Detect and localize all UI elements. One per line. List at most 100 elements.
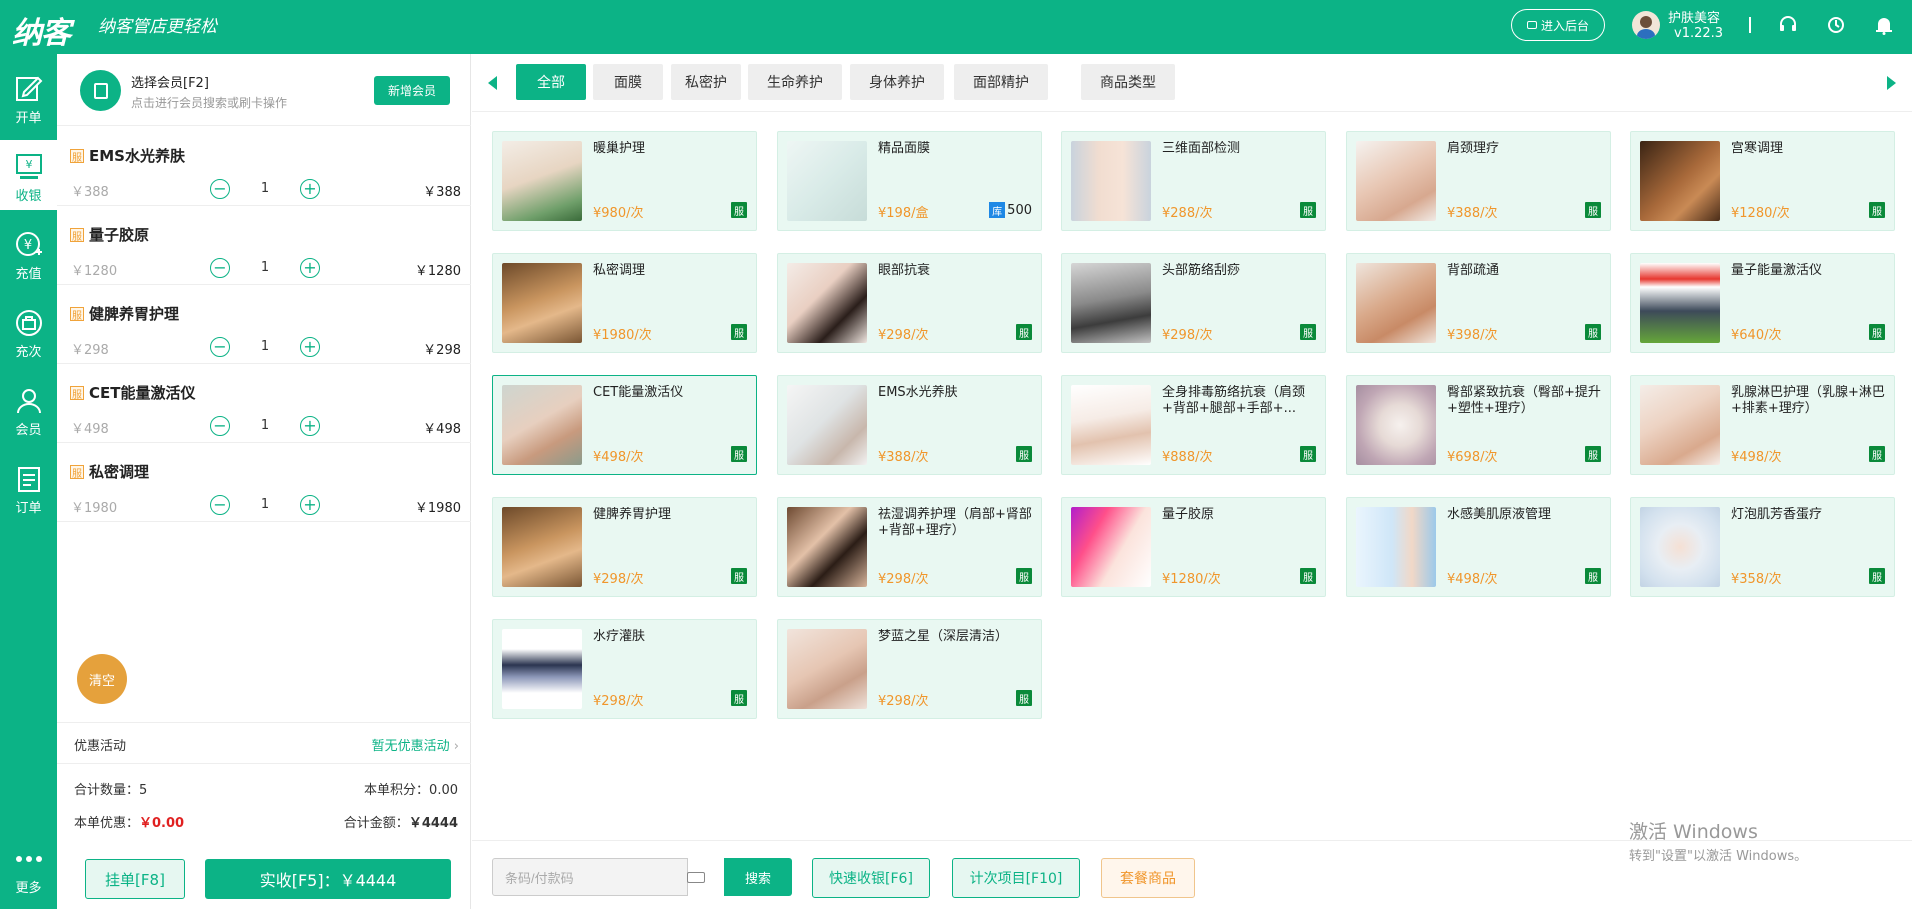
quick-cashier-button[interactable]: 快速收银[F6] [812,858,930,898]
product-name: 背部疏通 [1447,263,1500,278]
barcode-input[interactable]: 条码/付款码 [492,858,688,896]
user-name[interactable]: 护肤美容 [1668,7,1720,26]
search-button[interactable]: 搜索 [724,858,792,896]
cart-row[interactable]: 服 CET能量激活仪 ￥498 − 1 + ￥498 [57,364,471,443]
product-card[interactable]: 全身排毒筋络抗衰（肩颈+背部+腿部+手部+... ¥888/次 服 [1061,375,1326,475]
product-card[interactable]: 宫寒调理 ¥1280/次 服 [1630,131,1895,231]
hold-order-button[interactable]: 挂单[F8] [85,859,185,899]
product-card[interactable]: CET能量激活仪 ¥498/次 服 [492,375,757,475]
product-card[interactable]: 水疗灌肤 ¥298/次 服 [492,619,757,719]
increase-button[interactable]: + [300,337,320,357]
increase-button[interactable]: + [300,495,320,515]
product-image [787,385,867,465]
product-card[interactable]: 乳腺淋巴护理（乳腺+淋巴+排素+理疗） ¥498/次 服 [1630,375,1895,475]
service-badge: 服 [1016,568,1032,584]
tab-face-care[interactable]: 面部精护 [954,64,1048,100]
pay-button[interactable]: 实收[F5]：￥4444 [205,859,451,899]
count-item-button[interactable]: 计次项目[F10] [952,858,1080,898]
cart-item-qty[interactable]: 1 [255,497,275,512]
cart-item-qty[interactable]: 1 [255,260,275,275]
product-name: 健脾养胃护理 [593,507,672,522]
product-card[interactable]: 梦蓝之星（深层清洁） ¥298/次 服 [777,619,1042,719]
enter-backend-button[interactable]: 进入后台 [1511,9,1605,41]
nav-item-recharge[interactable]: ¥ 充值 [0,218,57,288]
scroll-right-icon[interactable] [1887,76,1896,90]
product-card[interactable]: 头部筋络刮痧 ¥298/次 服 [1061,253,1326,353]
product-card[interactable]: 健脾养胃护理 ¥298/次 服 [492,497,757,597]
cart-row[interactable]: 服 健脾养胃护理 ￥298 − 1 + ￥298 [57,285,471,364]
cart-item-qty[interactable]: 1 [255,339,275,354]
cart-item-total: ￥498 [423,422,461,437]
promotion-row[interactable]: 优惠活动 暂无优惠活动 › [57,722,471,764]
service-tag: 服 [70,228,84,243]
yen-icon: ¥ [13,229,45,261]
product-name: 水疗灌肤 [593,629,646,644]
member-selector[interactable]: 选择会员[F2] 点击进行会员搜索或刷卡操作 新增会员 [57,54,471,126]
decrease-button[interactable]: − [210,179,230,199]
keyboard-icon[interactable] [687,872,705,883]
product-image [1640,141,1720,221]
increase-button[interactable]: + [300,179,320,199]
refresh-icon[interactable] [1826,15,1846,35]
product-price: ¥398/次 [1447,328,1498,343]
product-card[interactable]: EMS水光养肤 ¥388/次 服 [777,375,1042,475]
product-card[interactable]: 私密调理 ¥1980/次 服 [492,253,757,353]
product-card[interactable]: 精品面膜 ¥198/盒 库 500 [777,131,1042,231]
order-points: 本单积分：0.00 [364,783,458,798]
avatar[interactable] [1632,11,1660,39]
service-tag: 服 [70,307,84,322]
product-name: 量子能量激活仪 [1731,263,1823,278]
tab-product-type[interactable]: 商品类型 [1081,64,1175,100]
tab-life-care[interactable]: 生命养护 [748,64,842,100]
product-card[interactable]: 肩颈理疗 ¥388/次 服 [1346,131,1611,231]
product-image [502,629,582,709]
nav-item-more[interactable]: 更多 [0,832,57,902]
product-price: ¥298/次 [878,328,929,343]
decrease-button[interactable]: − [210,416,230,436]
product-price: ¥640/次 [1731,328,1782,343]
cart-row[interactable]: 服 私密调理 ￥1980 − 1 + ￥1980 [57,443,471,522]
nav-item-open-order[interactable]: 开单 [0,62,57,132]
cart-row[interactable]: 服 EMS水光养肤 ￥388 − 1 + ￥388 [57,127,471,206]
product-name: 精品面膜 [878,141,931,156]
cart-item-name: EMS水光养肤 [89,147,185,165]
product-card[interactable]: 灯泡肌芳香蛋疗 ¥358/次 服 [1630,497,1895,597]
cart-item-qty[interactable]: 1 [255,181,275,196]
product-card[interactable]: 水感美肌原液管理 ¥498/次 服 [1346,497,1611,597]
nav-item-recharge-times[interactable]: 充次 [0,296,57,366]
product-card[interactable]: 三维面部检测 ¥288/次 服 [1061,131,1326,231]
decrease-button[interactable]: − [210,495,230,515]
product-card[interactable]: 量子胶原 ¥1280/次 服 [1061,497,1326,597]
product-image [1356,263,1436,343]
tab-all[interactable]: 全部 [516,64,586,100]
promotion-value[interactable]: 暂无优惠活动 › [372,735,459,754]
product-card[interactable]: 背部疏通 ¥398/次 服 [1346,253,1611,353]
tab-private-care[interactable]: 私密护 [671,64,741,100]
product-card[interactable]: 祛湿调养护理（肩部+肾部+背部+理疗） ¥298/次 服 [777,497,1042,597]
cart-item-qty[interactable]: 1 [255,418,275,433]
tab-body-care[interactable]: 身体养护 [850,64,944,100]
product-card[interactable]: 量子能量激活仪 ¥640/次 服 [1630,253,1895,353]
decrease-button[interactable]: − [210,337,230,357]
windows-watermark-subtitle: 转到"设置"以激活 Windows。 [1629,849,1808,864]
increase-button[interactable]: + [300,416,320,436]
product-card[interactable]: 眼部抗衰 ¥298/次 服 [777,253,1042,353]
nav-item-orders[interactable]: 订单 [0,452,57,522]
add-member-button[interactable]: 新增会员 [374,76,450,105]
product-card[interactable]: 臀部紧致抗衰（臀部+提升+塑性+理疗） ¥698/次 服 [1346,375,1611,475]
nav-item-member[interactable]: 会员 [0,374,57,444]
package-button[interactable]: 套餐商品 [1101,858,1195,898]
clear-cart-button[interactable]: 清空 [77,654,127,704]
scroll-left-icon[interactable] [488,76,497,90]
bell-icon[interactable] [1874,15,1894,35]
order-discount: 本单优惠：￥0.00 [74,816,185,831]
app-logo: 纳客 [12,16,71,51]
decrease-button[interactable]: − [210,258,230,278]
tab-mask[interactable]: 面膜 [593,64,663,100]
increase-button[interactable]: + [300,258,320,278]
headset-icon[interactable] [1778,15,1798,35]
nav-item-cashier[interactable]: ¥ 收银 [0,140,57,210]
product-price: ¥1280/次 [1162,572,1221,587]
product-card[interactable]: 暖巢护理 ¥980/次 服 [492,131,757,231]
cart-row[interactable]: 服 量子胶原 ￥1280 − 1 + ￥1280 [57,206,471,285]
